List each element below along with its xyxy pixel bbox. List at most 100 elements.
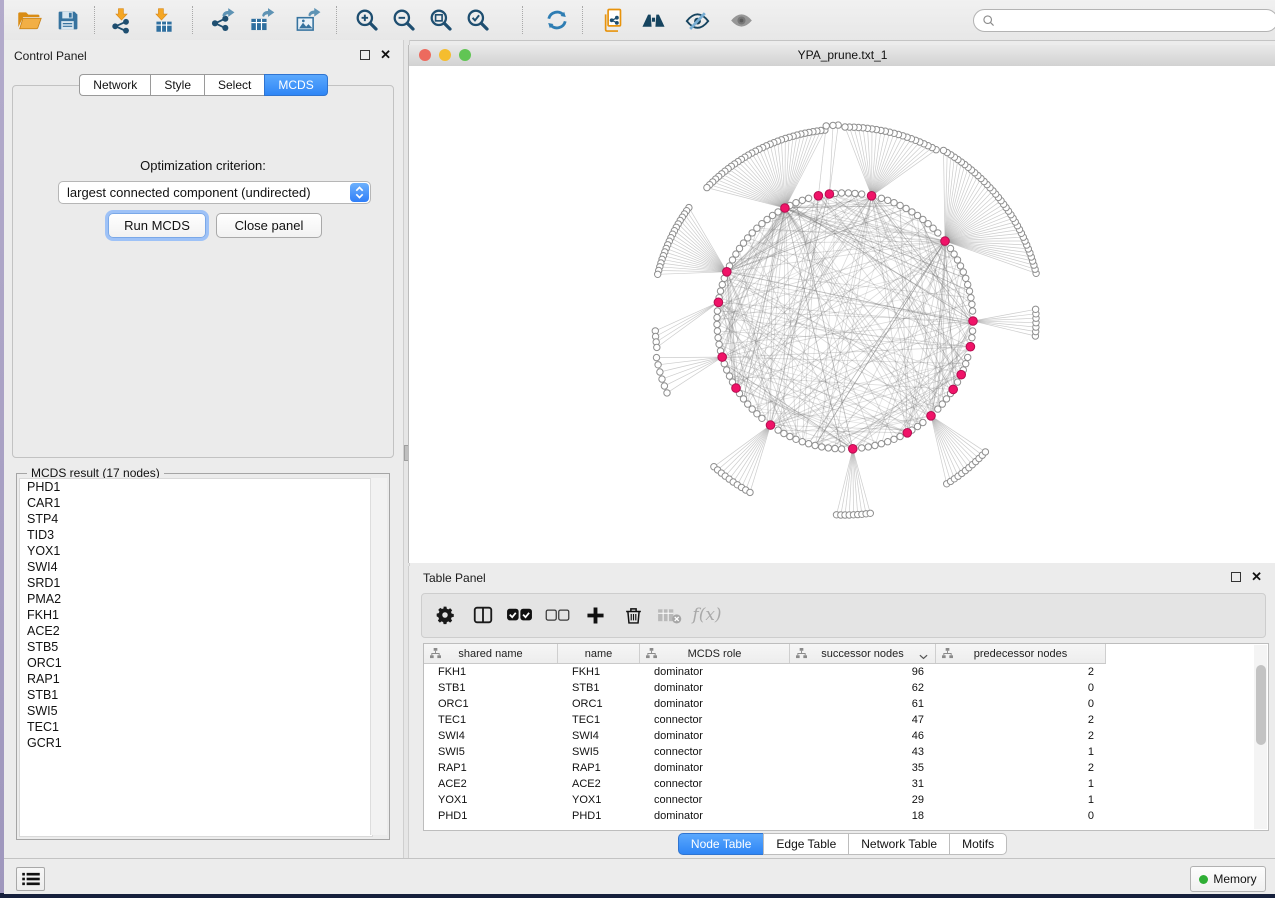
network-node[interactable] (903, 205, 909, 211)
network-node[interactable] (832, 445, 838, 451)
network-dominator-node[interactable] (781, 204, 790, 213)
table-row[interactable]: ACE2ACE2connector311 (424, 776, 1106, 792)
table-row[interactable]: YOX1YOX1connector291 (424, 792, 1106, 808)
network-node[interactable] (825, 445, 831, 451)
run-mcds-button[interactable]: Run MCDS (108, 213, 206, 238)
network-node[interactable] (838, 446, 844, 452)
network-node[interactable] (963, 275, 969, 281)
refresh-view-icon[interactable] (540, 6, 574, 34)
network-node[interactable] (885, 197, 891, 203)
table-tab-motifs[interactable]: Motifs (949, 833, 1007, 855)
table-options-gear-icon[interactable] (430, 602, 460, 628)
network-dominator-node[interactable] (849, 445, 858, 454)
network-node[interactable] (885, 439, 891, 445)
table-scrollbar[interactable] (1254, 645, 1267, 829)
import-network-icon[interactable] (104, 6, 138, 34)
network-node[interactable] (954, 257, 960, 263)
mcds-result-item[interactable]: TID3 (20, 527, 372, 543)
network-canvas[interactable] (409, 66, 1275, 563)
zoom-selected-icon[interactable] (461, 6, 495, 34)
network-node[interactable] (812, 442, 818, 448)
table-tab-network-table[interactable]: Network Table (848, 833, 949, 855)
network-dominator-node[interactable] (966, 342, 975, 351)
network-node[interactable] (852, 190, 858, 196)
network-leaf-node[interactable] (823, 123, 829, 129)
network-node[interactable] (965, 281, 971, 287)
deselect-all-icon[interactable] (542, 602, 572, 628)
network-graph[interactable] (409, 66, 1275, 563)
mcds-result-item[interactable]: PMA2 (20, 591, 372, 607)
control-tab-mcds[interactable]: MCDS (264, 74, 327, 96)
network-node[interactable] (897, 202, 903, 208)
network-node[interactable] (965, 354, 971, 360)
network-node[interactable] (865, 444, 871, 450)
network-dominator-node[interactable] (718, 353, 727, 362)
show-columns-icon[interactable] (468, 602, 498, 628)
table-tab-edge-table[interactable]: Edge Table (763, 833, 848, 855)
network-dominator-node[interactable] (825, 190, 834, 199)
network-node[interactable] (781, 430, 787, 436)
float-table-panel-icon[interactable] (1231, 572, 1241, 582)
mcds-result-item[interactable]: PHD1 (20, 479, 372, 495)
close-panel-icon[interactable]: ✕ (380, 51, 391, 59)
network-node[interactable] (969, 308, 975, 314)
open-session-icon[interactable] (12, 6, 46, 34)
mcds-result-list[interactable]: PHD1CAR1STP4TID3YOX1SWI4SRD1PMA2FKH1ACE2… (19, 478, 373, 837)
close-table-panel-icon[interactable]: ✕ (1251, 573, 1262, 581)
network-node[interactable] (717, 288, 723, 294)
network-dominator-node[interactable] (814, 192, 823, 201)
network-node[interactable] (897, 433, 903, 439)
network-leaf-node[interactable] (659, 376, 665, 382)
table-row[interactable]: RAP1RAP1dominator352 (424, 760, 1106, 776)
network-node[interactable] (859, 191, 865, 197)
table-row[interactable]: SWI5SWI5connector431 (424, 744, 1106, 760)
column-header-successor-nodes[interactable]: successor nodes (790, 644, 936, 663)
criterion-select[interactable]: largest connected component (undirected) (58, 181, 371, 204)
network-node[interactable] (969, 301, 975, 307)
control-tab-network[interactable]: Network (79, 74, 150, 96)
network-node[interactable] (909, 209, 915, 215)
network-dominator-node[interactable] (714, 298, 723, 307)
mcds-result-item[interactable]: ACE2 (20, 623, 372, 639)
network-node[interactable] (714, 314, 720, 320)
network-node[interactable] (878, 441, 884, 447)
select-all-icon[interactable] (504, 602, 534, 628)
network-node[interactable] (838, 190, 844, 196)
network-node[interactable] (963, 361, 969, 367)
network-node[interactable] (799, 197, 805, 203)
network-dominator-node[interactable] (723, 268, 732, 277)
network-dominator-node[interactable] (903, 429, 912, 438)
search-input[interactable] (996, 13, 1250, 29)
mcds-result-item[interactable]: TEC1 (20, 719, 372, 735)
network-node[interactable] (878, 195, 884, 201)
network-node[interactable] (787, 433, 793, 439)
network-node[interactable] (793, 436, 799, 442)
network-node[interactable] (805, 441, 811, 447)
network-dominator-node[interactable] (941, 237, 950, 246)
network-node[interactable] (714, 308, 720, 314)
network-leaf-node[interactable] (704, 184, 710, 190)
network-leaf-node[interactable] (664, 390, 670, 396)
zoom-out-icon[interactable] (387, 6, 421, 34)
float-panel-icon[interactable] (360, 50, 370, 60)
network-leaf-node[interactable] (661, 383, 667, 389)
table-tab-node-table[interactable]: Node Table (678, 833, 764, 855)
column-header-shared-name[interactable]: shared name (424, 644, 558, 663)
network-node[interactable] (733, 251, 739, 257)
sort-indicator-icon[interactable] (919, 651, 928, 663)
export-table-icon[interactable] (244, 6, 278, 34)
network-node[interactable] (969, 335, 975, 341)
mcds-list-scrollbar[interactable] (370, 478, 387, 835)
network-node[interactable] (845, 190, 851, 196)
network-node[interactable] (960, 269, 966, 275)
table-scrollbar-thumb[interactable] (1256, 665, 1266, 745)
table-row[interactable]: TEC1TEC1connector472 (424, 712, 1106, 728)
memory-button[interactable]: Memory (1190, 866, 1266, 892)
mcds-result-item[interactable]: GCR1 (20, 735, 372, 751)
network-node[interactable] (954, 379, 960, 385)
network-node[interactable] (872, 442, 878, 448)
mcds-result-item[interactable]: YOX1 (20, 543, 372, 559)
add-column-icon[interactable] (580, 602, 610, 628)
mcds-result-item[interactable]: SWI4 (20, 559, 372, 575)
network-node[interactable] (891, 200, 897, 206)
